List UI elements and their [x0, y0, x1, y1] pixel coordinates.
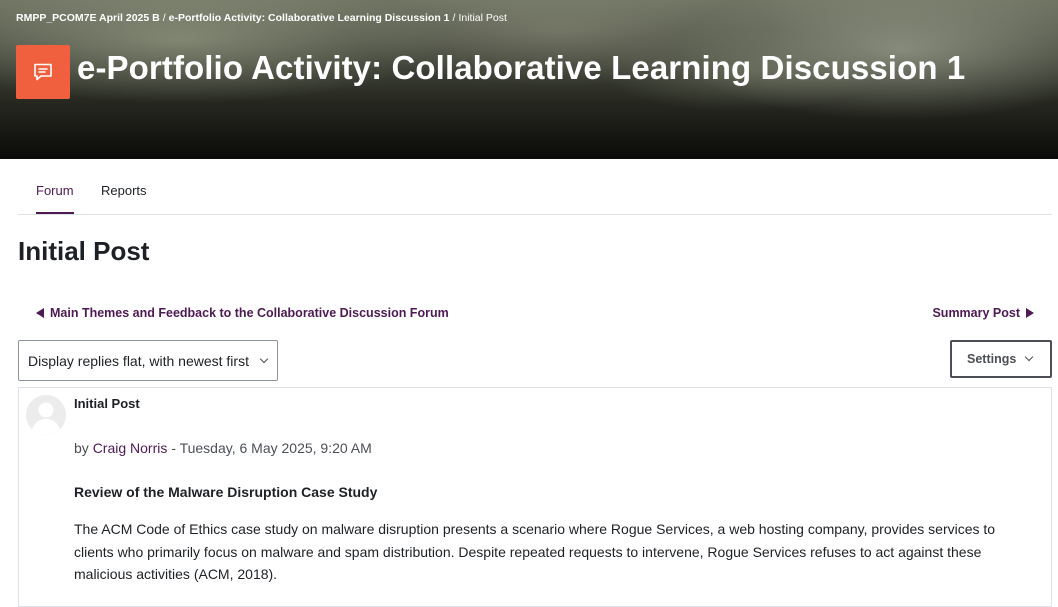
- next-discussion-link[interactable]: Summary Post: [932, 306, 1034, 320]
- breadcrumb-activity-link[interactable]: e-Portfolio Activity: Collaborative Lear…: [169, 12, 450, 24]
- forum-icon: [16, 45, 70, 99]
- tab-reports[interactable]: Reports: [101, 183, 147, 198]
- breadcrumb: RMPP_PCOM7E April 2025 B / e-Portfolio Act…: [16, 12, 507, 24]
- settings-label: Settings: [967, 352, 1017, 366]
- post-byline: by Craig Norris - Tuesday, 6 May 2025, 9…: [74, 440, 372, 456]
- post-subject: Initial Post: [74, 396, 140, 411]
- page-title: e-Portfolio Activity: Collaborative Lear…: [77, 49, 966, 86]
- post-body: The ACM Code of Ethics case study on mal…: [74, 521, 996, 582]
- avatar[interactable]: [26, 395, 66, 435]
- chevron-down-icon: [1024, 352, 1034, 362]
- chevron-down-icon: [259, 354, 269, 364]
- post-date: Tuesday, 6 May 2025, 9:20 AM: [179, 440, 372, 456]
- secondary-navigation: Forum Reports: [18, 159, 1052, 215]
- speech-bubble-icon: [34, 63, 52, 81]
- default-user-icon: [26, 395, 66, 435]
- forum-post: Initial Post by Craig Norris - Tuesday, …: [18, 387, 1052, 607]
- display-mode-value: Display replies flat, with newest first: [28, 353, 249, 369]
- breadcrumb-separator: /: [452, 12, 456, 24]
- author-link[interactable]: Craig Norris: [93, 440, 168, 456]
- page-header-banner: RMPP_PCOM7E April 2025 B / e-Portfolio Act…: [0, 0, 1058, 159]
- date-separator: -: [171, 440, 176, 456]
- breadcrumb-course-link[interactable]: RMPP_PCOM7E April 2025 B: [16, 12, 160, 24]
- by-prefix: by: [74, 440, 89, 456]
- previous-discussion-link[interactable]: Main Themes and Feedback to the Collabor…: [36, 306, 449, 320]
- post-content-heading: Review of the Malware Disruption Case St…: [74, 484, 378, 500]
- breadcrumb-current: Initial Post: [458, 12, 507, 24]
- breadcrumb-separator: /: [162, 12, 166, 24]
- discussion-title: Initial Post: [18, 236, 150, 266]
- triangle-left-icon: [36, 308, 44, 318]
- previous-discussion-label: Main Themes and Feedback to the Collabor…: [50, 306, 449, 320]
- next-discussion-label: Summary Post: [932, 306, 1020, 320]
- tab-forum[interactable]: Forum: [36, 183, 74, 214]
- display-mode-select[interactable]: Display replies flat, with newest first: [18, 340, 278, 381]
- settings-button[interactable]: Settings: [950, 340, 1052, 378]
- triangle-right-icon: [1026, 308, 1034, 318]
